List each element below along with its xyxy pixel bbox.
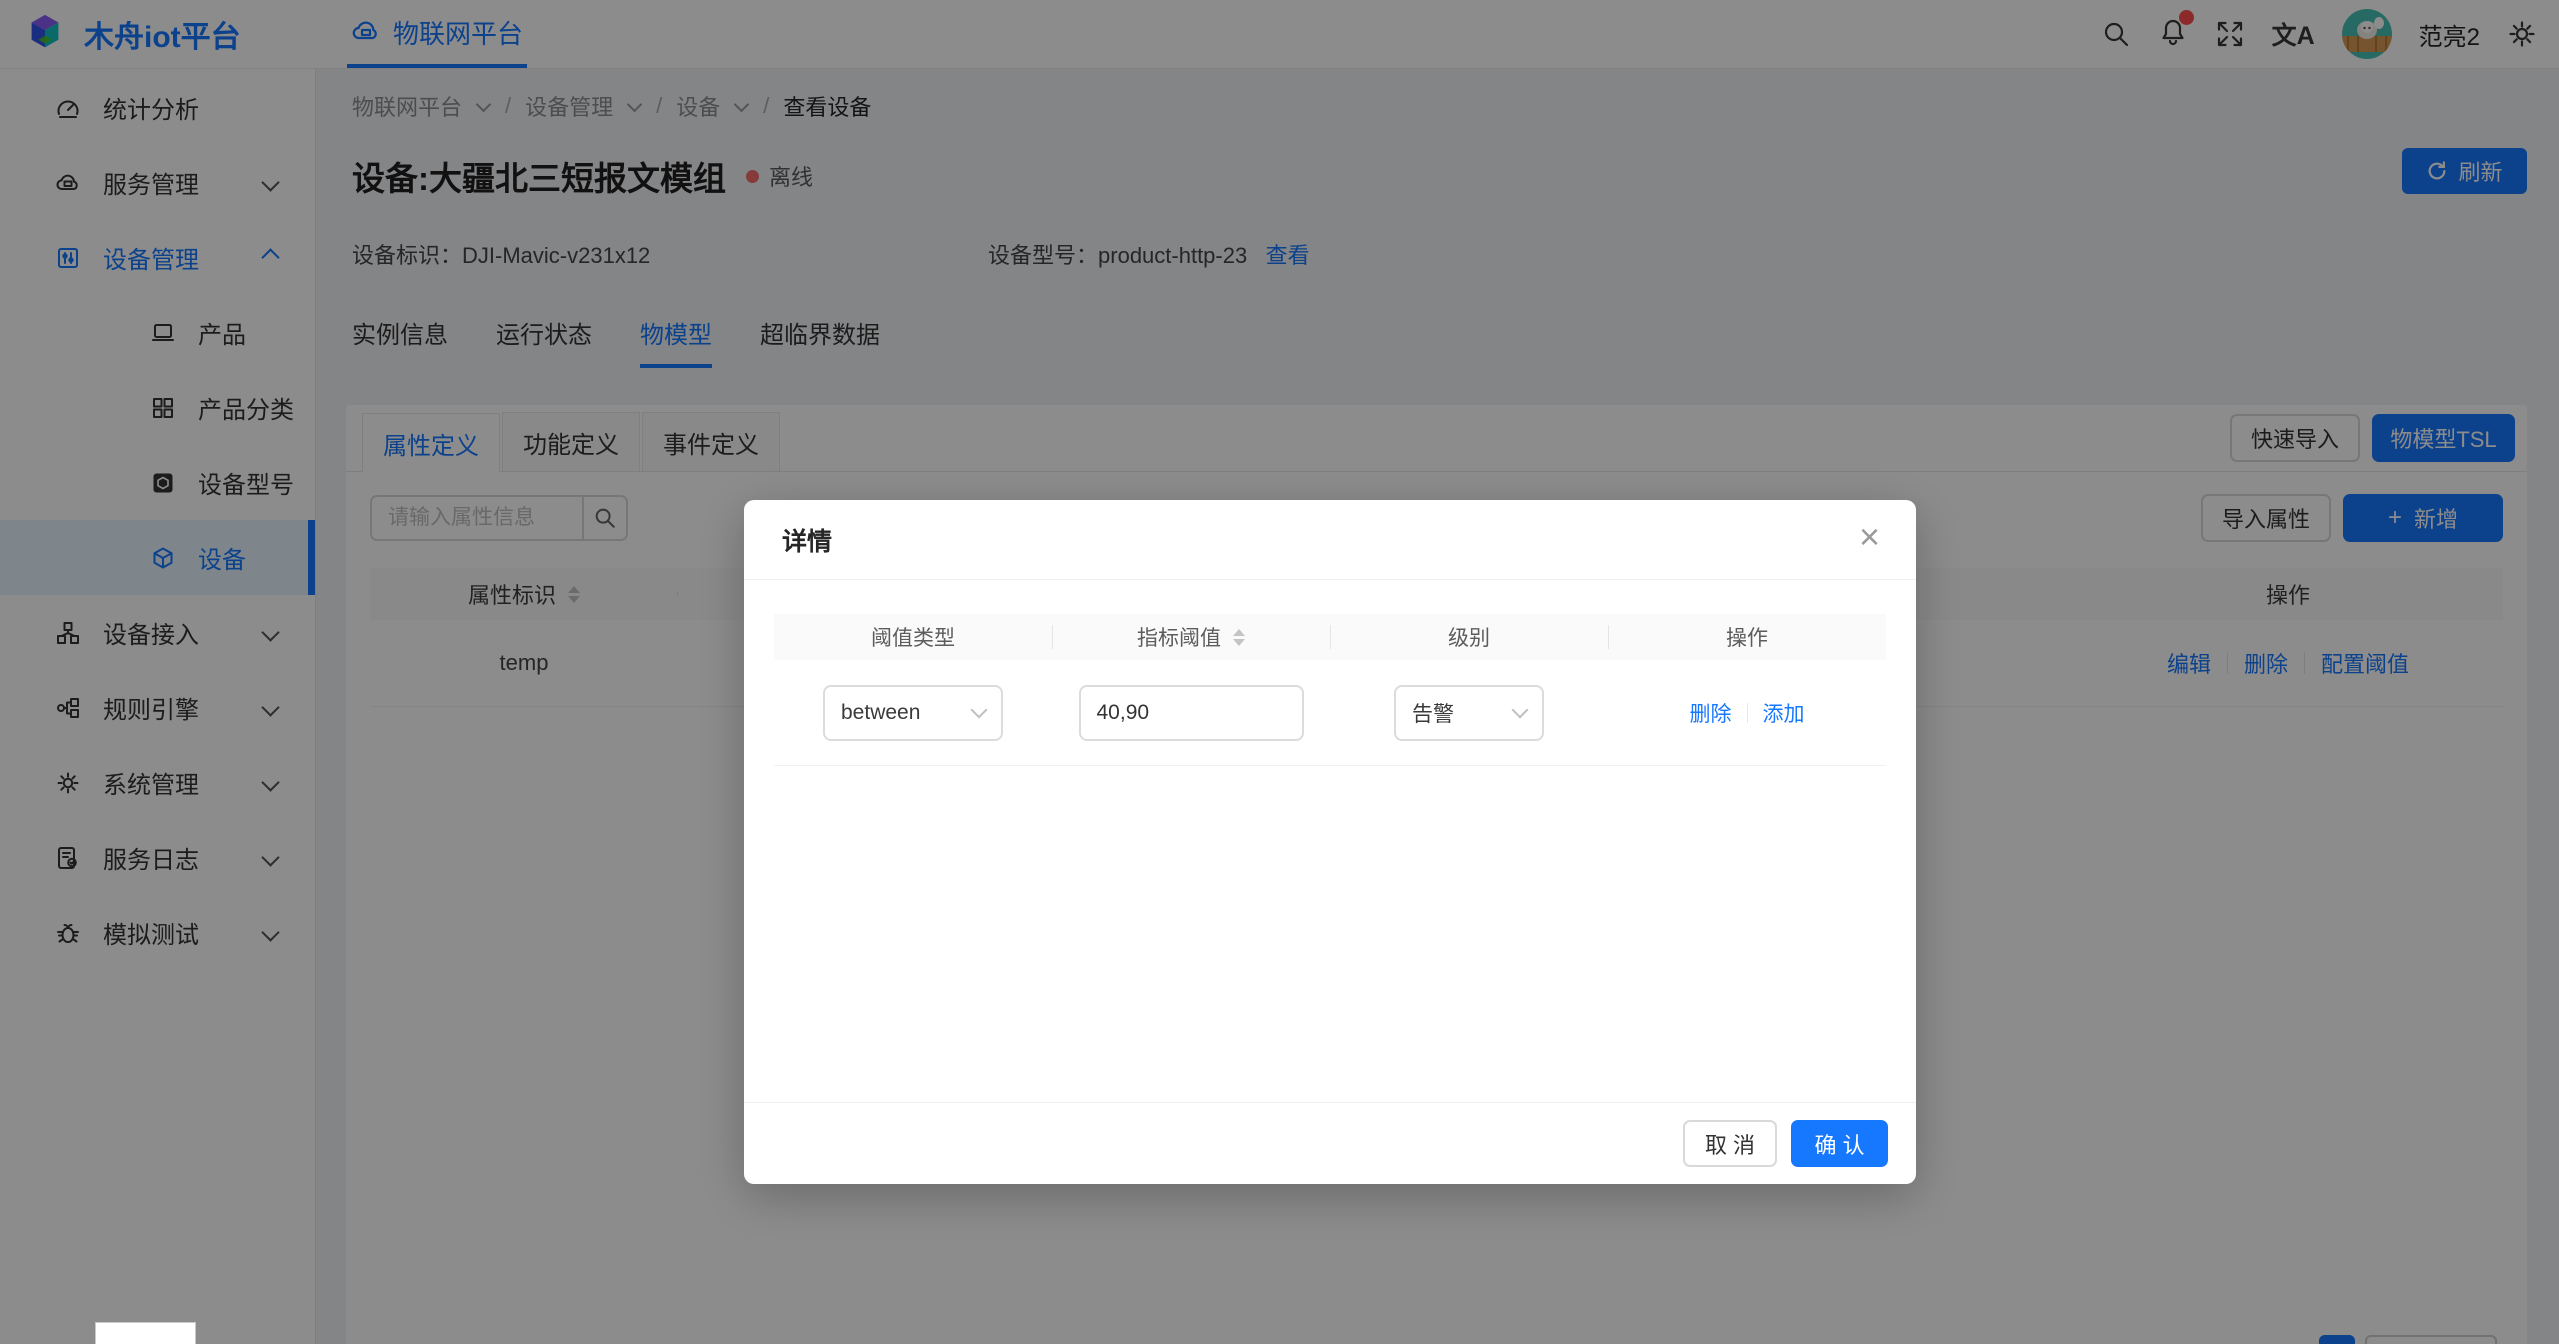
threshold-table-header: 阈值类型 指标阈值 级别 操作 (774, 614, 1886, 660)
col-threshold-value[interactable]: 指标阈值 (1052, 614, 1330, 660)
chevron-down-icon (1512, 702, 1529, 719)
threshold-row: between 告警 删除 添加 (774, 660, 1886, 766)
col-threshold-type: 阈值类型 (774, 614, 1052, 660)
level-select[interactable]: 告警 (1394, 685, 1544, 741)
chevron-down-icon (971, 702, 988, 719)
sorter-icon (1233, 629, 1245, 646)
divider (1747, 703, 1748, 723)
confirm-button[interactable]: 确 认 (1791, 1120, 1888, 1167)
modal-title: 详情 (782, 522, 832, 558)
col-action: 操作 (1608, 614, 1886, 660)
close-icon[interactable]: × (1853, 518, 1886, 556)
detail-modal: 详情 × 阈值类型 指标阈值 级别 操作 (744, 500, 1916, 1184)
threshold-type-select[interactable]: between (823, 685, 1003, 741)
modal-body: 阈值类型 指标阈值 级别 操作 between (744, 580, 1916, 766)
modal-footer: 取 消 确 认 (744, 1102, 1916, 1184)
app: 木舟iot平台 物联网平台 (0, 0, 2559, 1344)
delete-threshold-link[interactable]: 删除 (1690, 698, 1732, 728)
threshold-row-actions: 删除 添加 (1690, 698, 1805, 728)
col-level: 级别 (1330, 614, 1608, 660)
status-bubble (95, 1322, 196, 1344)
modal-header: 详情 (744, 500, 1916, 580)
cancel-button[interactable]: 取 消 (1683, 1120, 1777, 1167)
threshold-value-input[interactable] (1079, 685, 1304, 741)
add-threshold-link[interactable]: 添加 (1763, 698, 1805, 728)
